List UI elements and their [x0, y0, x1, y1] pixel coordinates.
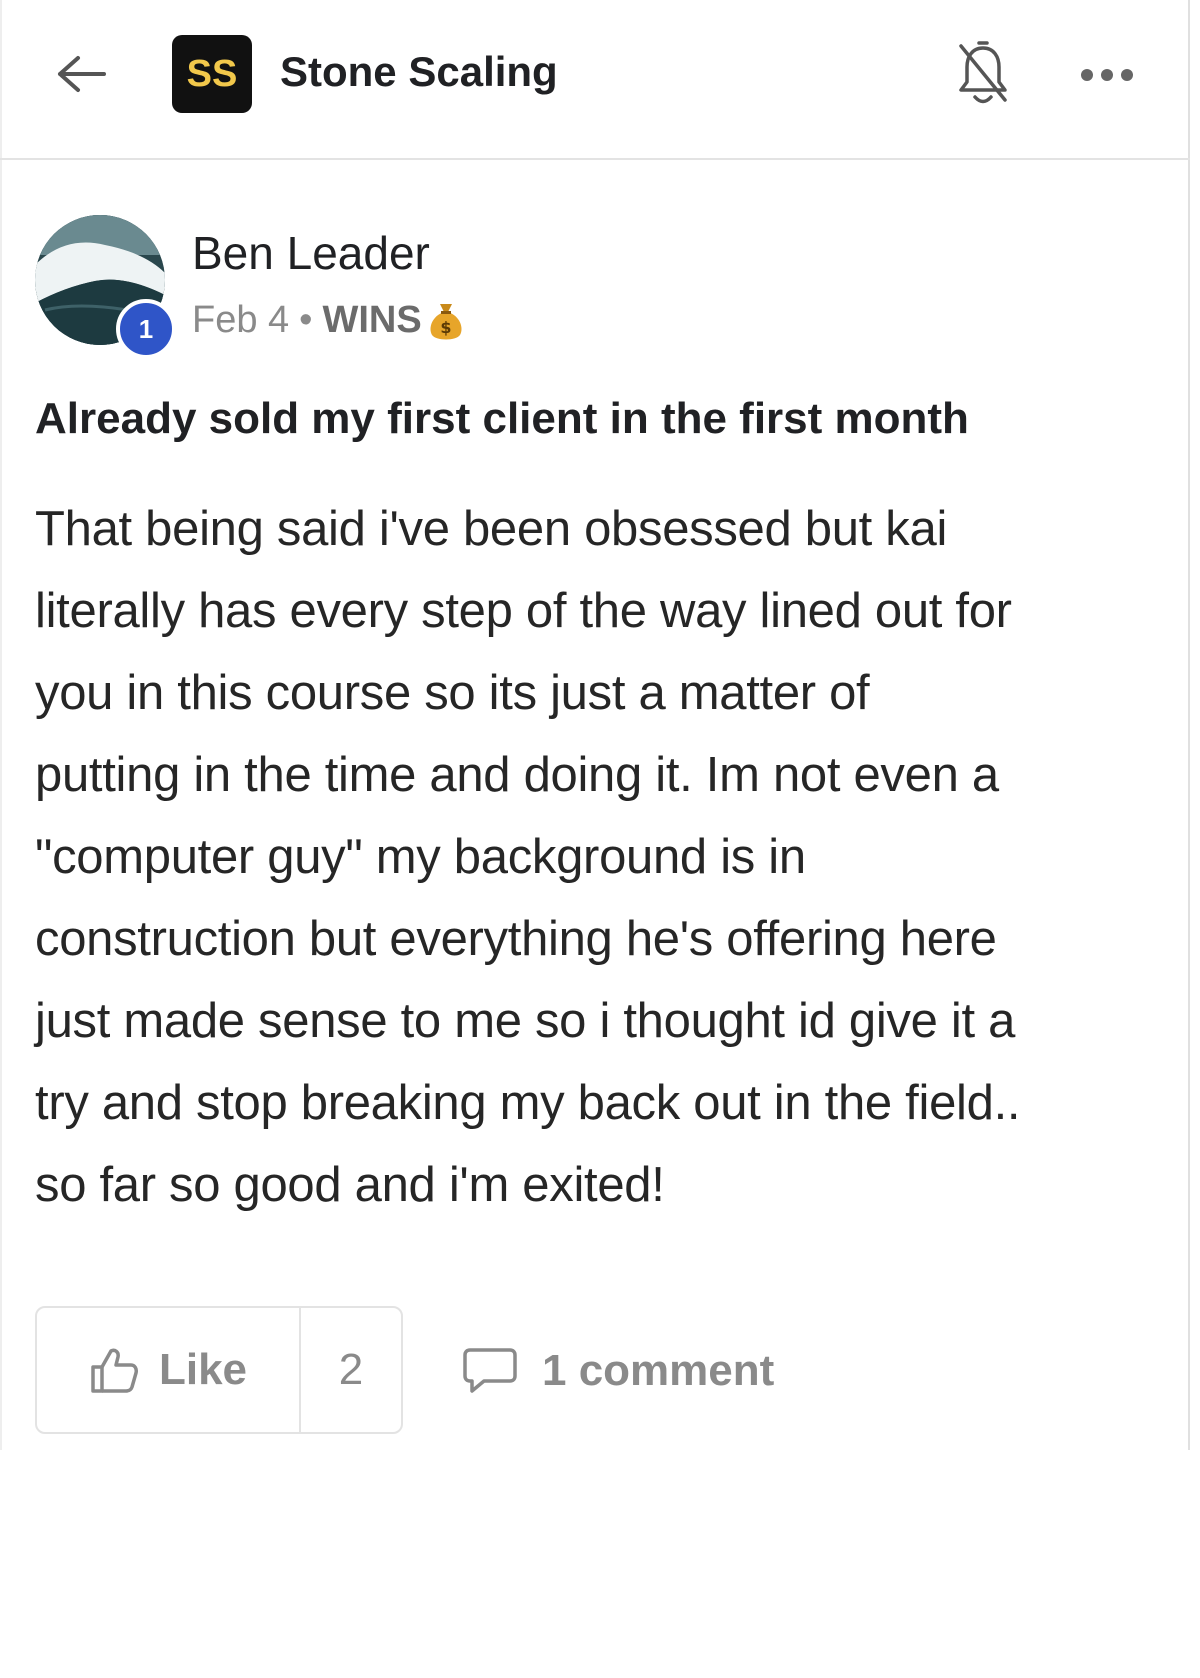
money-bag-icon: $ [430, 304, 462, 340]
post-meta: Feb 4 • WINS $ [192, 298, 468, 342]
group-name[interactable]: Stone Scaling [280, 48, 558, 96]
thumbs-up-icon [91, 1348, 138, 1393]
post-body-line: you in this course so its just a matter … [35, 666, 870, 720]
post-date[interactable]: Feb 4 [192, 299, 289, 342]
svg-text:$: $ [440, 318, 451, 337]
like-label: Like [158, 1345, 248, 1394]
post-body-line: "computer guy" my background is in [35, 830, 806, 884]
post-body-line: literally has every step of the way line… [35, 584, 1012, 638]
post-category[interactable]: WINS [322, 299, 421, 342]
level-badge: 1 [116, 299, 176, 359]
post-body-line: putting in the time and doing it. Im not… [35, 748, 999, 802]
more-horizontal-icon [1081, 69, 1133, 81]
author-name[interactable]: Ben Leader [192, 226, 430, 280]
comments-button[interactable]: 1 comment [462, 1336, 774, 1406]
back-button[interactable] [52, 44, 112, 104]
post-body-line: so far so good and i'm exited! [35, 1158, 665, 1212]
more-options-button[interactable] [1072, 50, 1142, 100]
group-logo[interactable]: SS [172, 35, 252, 113]
like-count[interactable]: 2 [301, 1308, 401, 1432]
comment-icon [463, 1348, 517, 1393]
notifications-button[interactable] [948, 36, 1018, 112]
post-body-line: That being said i've been obsessed but k… [35, 502, 948, 556]
like-button[interactable]: Like [37, 1308, 301, 1432]
arrow-left-icon [58, 56, 106, 92]
post-body-line: construction but everything he's offerin… [35, 912, 997, 966]
comment-count-label: 1 comment [542, 1346, 775, 1395]
like-group: Like 2 [35, 1306, 403, 1434]
post-body: That being said i've been obsessed but k… [35, 488, 1170, 1226]
group-header: SS Stone Scaling [0, 0, 1190, 160]
meta-separator: • [299, 298, 313, 341]
post-body-line: just made sense to me so i thought id gi… [35, 994, 1016, 1048]
bell-off-icon [959, 41, 1007, 104]
group-logo-text: SS [186, 52, 238, 95]
post-title: Already sold my first client in the firs… [35, 394, 969, 443]
post-body-line: try and stop breaking my back out in the… [35, 1076, 1021, 1130]
